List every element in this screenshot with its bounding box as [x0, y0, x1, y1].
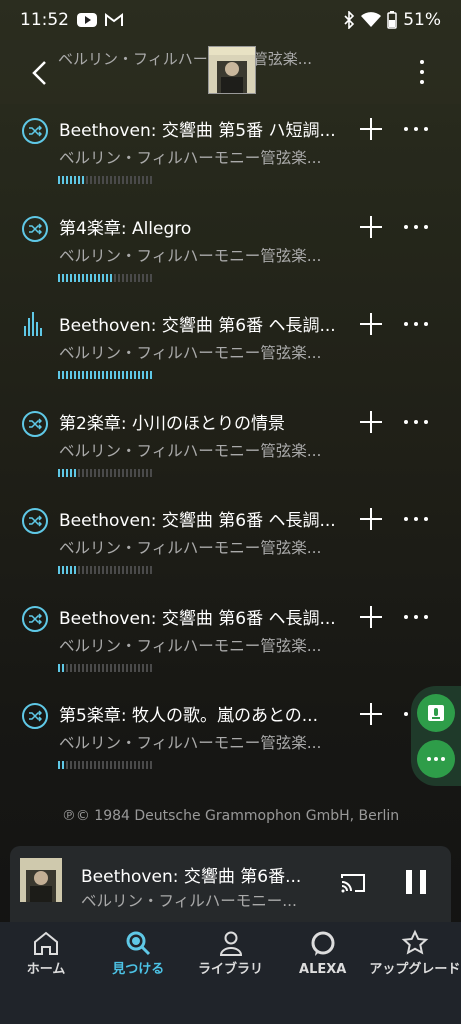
audio-quality-meter — [58, 371, 152, 379]
track-artist: ベルリン・フィルハーモニー管弦楽... — [59, 344, 322, 362]
track-artist: ベルリン・フィルハーモニー管弦楽... — [59, 636, 322, 655]
nav-label: 見つける — [112, 962, 165, 977]
mini-player[interactable]: Beethoven: 交響曲 第6番... ベルリン・フィルハーモニー... — [10, 846, 451, 922]
track-more-button[interactable] — [404, 322, 428, 326]
person-icon — [216, 928, 246, 958]
audio-quality-meter — [58, 273, 152, 282]
track-more-button[interactable] — [404, 614, 428, 619]
shuffle-icon — [22, 215, 48, 242]
alexa-icon — [308, 928, 338, 958]
shuffle-icon — [22, 410, 48, 437]
mini-player-title: Beethoven: 交響曲 第6番... — [81, 867, 302, 887]
audio-quality-meter — [58, 468, 152, 477]
add-to-playlist-button[interactable] — [360, 215, 382, 238]
track-title: Beethoven: 交響曲 第5番 ハ短調... — [59, 121, 336, 141]
nav-item-person[interactable]: ライブラリ — [184, 922, 276, 1024]
add-to-playlist-button[interactable] — [360, 118, 382, 140]
nav-label: ライブラリ — [198, 962, 264, 977]
alexa-more-button[interactable] — [417, 740, 455, 778]
overflow-menu-button[interactable] — [410, 60, 434, 84]
nav-label: アップグレード — [369, 962, 461, 977]
battery-level: 51% — [403, 10, 441, 30]
track-row[interactable]: Beethoven: 交響曲 第5番 ハ短調... ベルリン・フィルハーモニー管… — [0, 104, 461, 201]
bluetooth-icon — [344, 11, 355, 29]
header-partial-subtitle: ベルリン・フィルハーモニー管弦楽... — [58, 50, 313, 68]
track-title: 第2楽章: 小川のほとりの情景 — [59, 413, 285, 434]
shuffle-icon — [22, 118, 48, 144]
shuffle-icon — [22, 703, 48, 729]
track-artist: ベルリン・フィルハーモニー管弦楽... — [59, 734, 322, 752]
track-title: 第5楽章: 牧人の歌。嵐のあとの... — [59, 706, 318, 726]
more-dots-icon — [427, 757, 445, 761]
shuffle-icon — [22, 508, 48, 534]
nav-label: ALEXA — [299, 962, 347, 977]
star-icon — [400, 928, 430, 958]
home-icon — [31, 928, 61, 958]
track-more-button[interactable] — [404, 517, 428, 521]
bottom-navigation: ホーム 見つける ライブラリ ALEXA アップグレード — [0, 922, 461, 1024]
add-to-playlist-button[interactable] — [360, 703, 382, 725]
track-row[interactable]: 第2楽章: 小川のほとりの情景 ベルリン・フィルハーモニー管弦楽... — [0, 397, 461, 494]
youtube-icon — [77, 13, 97, 27]
track-row[interactable]: Beethoven: 交響曲 第6番 ヘ長調... ベルリン・フィルハーモニー管… — [0, 592, 461, 689]
track-title: Beethoven: 交響曲 第6番 ヘ長調... — [59, 316, 336, 336]
audio-quality-meter — [58, 761, 152, 769]
track-artist: ベルリン・フィルハーモニー管弦楽... — [59, 246, 322, 265]
shuffle-icon — [22, 605, 48, 632]
nav-label: ホーム — [26, 962, 66, 977]
add-to-playlist-button[interactable] — [360, 410, 382, 433]
track-row[interactable]: 第4楽章: Allegro ベルリン・フィルハーモニー管弦楽... — [0, 202, 461, 299]
nav-item-search[interactable]: 見つける — [92, 922, 184, 1024]
nav-item-star[interactable]: アップグレード — [369, 922, 461, 1024]
floating-alexa-panel — [411, 686, 461, 786]
status-bar: 11:52 51% — [0, 0, 461, 40]
track-title: Beethoven: 交響曲 第6番 ヘ長調... — [59, 511, 336, 531]
add-to-playlist-button[interactable] — [360, 313, 382, 335]
nav-item-alexa[interactable]: ALEXA — [277, 922, 369, 1024]
track-title: 第4楽章: Allegro — [59, 218, 192, 239]
pause-button[interactable] — [406, 870, 426, 894]
track-more-button[interactable] — [404, 224, 428, 229]
add-to-playlist-button[interactable] — [360, 508, 382, 530]
album-art-thumbnail — [208, 46, 256, 94]
status-time: 11:52 — [20, 10, 69, 30]
track-title: Beethoven: 交響曲 第6番 ヘ長調... — [59, 608, 336, 629]
track-artist: ベルリン・フィルハーモニー管弦楽... — [59, 441, 322, 460]
alexa-voice-button[interactable] — [417, 694, 455, 732]
track-row[interactable]: 第5楽章: 牧人の歌。嵐のあとの... ベルリン・フィルハーモニー管弦楽... — [0, 689, 461, 786]
gmail-icon — [105, 13, 123, 26]
mini-player-subtitle: ベルリン・フィルハーモニー... — [81, 892, 297, 910]
back-button[interactable] — [26, 58, 52, 88]
copyright-text: ℗© 1984 Deutsche Grammophon GmbH, Berlin — [61, 808, 400, 824]
track-more-button[interactable] — [404, 127, 428, 131]
track-more-button[interactable] — [404, 419, 428, 424]
mini-player-album-art — [20, 858, 62, 902]
audio-quality-meter — [58, 176, 152, 184]
battery-icon — [387, 11, 397, 29]
track-row[interactable]: Beethoven: 交響曲 第6番 ヘ長調... ベルリン・フィルハーモニー管… — [0, 299, 461, 396]
cast-icon — [341, 874, 365, 893]
track-artist: ベルリン・フィルハーモニー管弦楽... — [59, 149, 322, 167]
nav-item-home[interactable]: ホーム — [0, 922, 92, 1024]
add-to-playlist-button[interactable] — [360, 605, 382, 628]
audio-quality-meter — [58, 566, 152, 574]
voice-card-icon — [428, 705, 444, 721]
wifi-icon — [361, 12, 382, 27]
cast-button[interactable] — [340, 872, 366, 894]
chevron-left-icon — [32, 61, 46, 85]
track-row[interactable]: Beethoven: 交響曲 第6番 ヘ長調... ベルリン・フィルハーモニー管… — [0, 494, 461, 591]
search-icon — [123, 928, 153, 958]
now-playing-icon — [24, 312, 48, 336]
track-artist: ベルリン・フィルハーモニー管弦楽... — [59, 539, 322, 557]
header-bar: ベルリン・フィルハーモニー管弦楽... — [0, 40, 461, 104]
audio-quality-meter — [58, 663, 152, 672]
